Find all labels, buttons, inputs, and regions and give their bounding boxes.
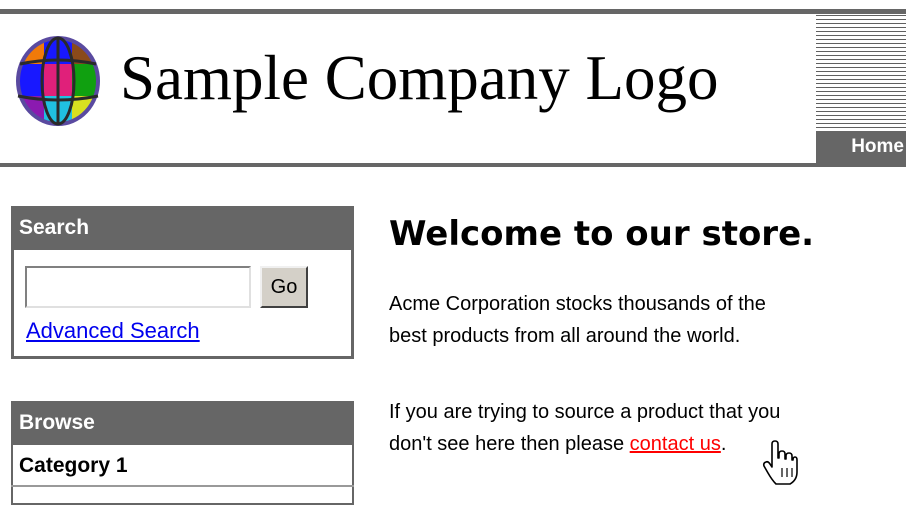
header-top-rule xyxy=(0,9,906,14)
header-bottom-rule xyxy=(0,163,906,167)
go-button[interactable]: Go xyxy=(260,266,308,308)
contact-us-link[interactable]: contact us xyxy=(630,433,721,455)
intro-line-2: best products from all around the world. xyxy=(389,325,741,347)
search-input[interactable] xyxy=(25,266,251,308)
contact-line-2-text: don't see here then please xyxy=(389,433,630,455)
browse-panel-title: Browse xyxy=(11,401,354,445)
contact-paragraph: If you are trying to source a product th… xyxy=(389,396,906,460)
advanced-search-link[interactable]: Advanced Search xyxy=(26,316,200,346)
tab-home[interactable]: Home xyxy=(816,131,906,163)
company-logo-text[interactable]: Sample Company Logo xyxy=(120,40,718,116)
intro-paragraph: Acme Corporation stocks thousands of the… xyxy=(389,288,906,352)
browse-item-category-1[interactable]: Category 1 xyxy=(11,447,354,487)
globe-icon[interactable] xyxy=(14,34,102,128)
contact-line-2-end: . xyxy=(720,433,727,455)
contact-line-1: If you are trying to source a product th… xyxy=(389,401,781,423)
hand-pointer-icon xyxy=(762,440,798,485)
header-stripes-decoration xyxy=(816,15,906,131)
intro-line-1: Acme Corporation stocks thousands of the xyxy=(389,293,766,315)
page-title: Welcome to our store. xyxy=(389,214,815,254)
